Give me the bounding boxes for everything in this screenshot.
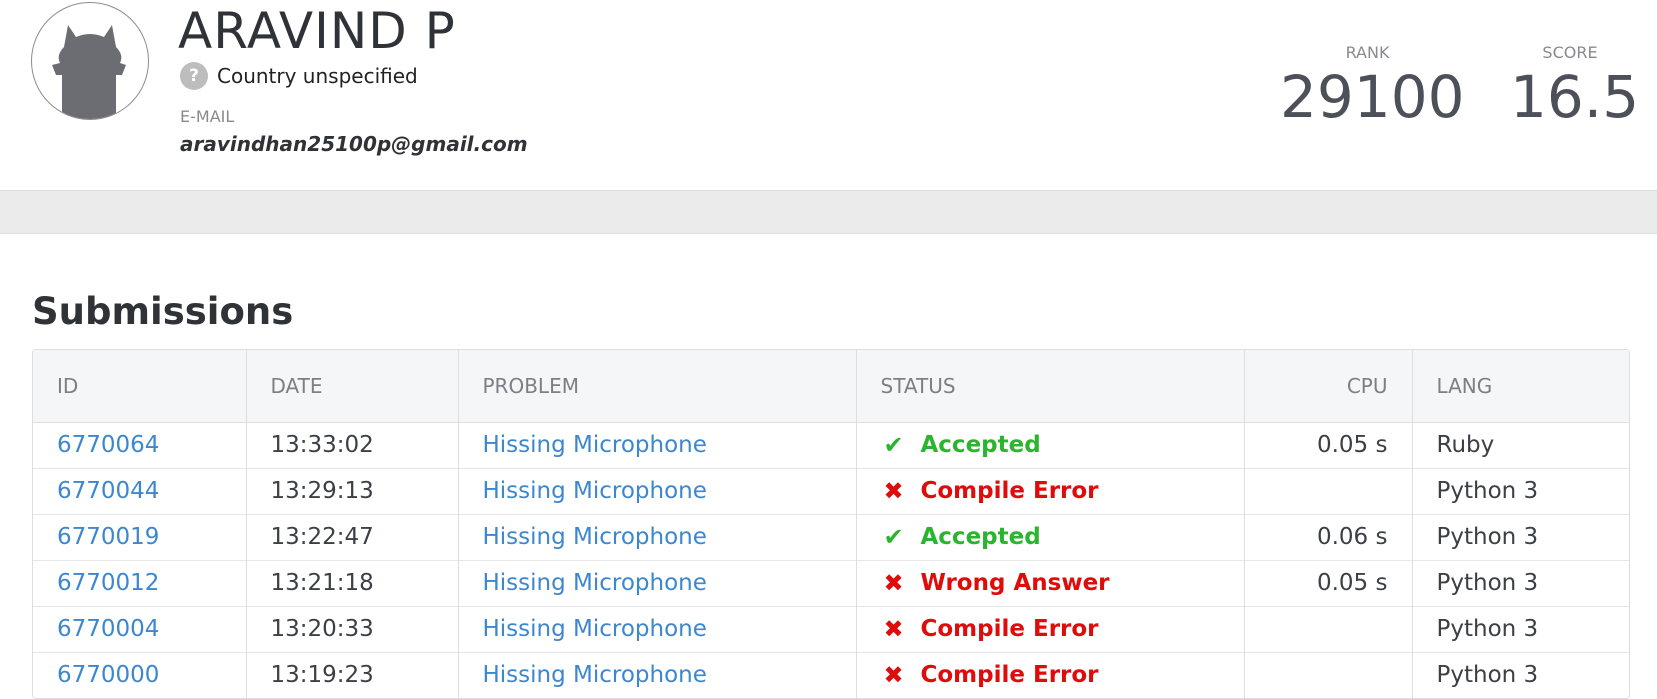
submission-id-link[interactable]: 6770044 xyxy=(57,478,159,504)
cross-icon: ✖ xyxy=(883,569,904,597)
profile-header: ARAVIND P ? Country unspecified E-MAIL a… xyxy=(0,0,1657,191)
rank-label: RANK xyxy=(1345,43,1390,62)
cell-problem: Hissing Microphone xyxy=(458,605,857,652)
col-header-date[interactable]: DATE xyxy=(246,350,459,423)
problem-link[interactable]: Hissing Microphone xyxy=(483,524,707,550)
cell-id: 6770019 xyxy=(33,513,247,560)
cell-status: ✖ Compile Error xyxy=(856,651,1245,698)
submission-id-link[interactable]: 6770019 xyxy=(57,524,159,550)
divider-band xyxy=(0,191,1657,234)
cross-icon: ✖ xyxy=(883,615,904,643)
cell-cpu: 0.06 s xyxy=(1244,513,1413,560)
table-row: 6770044 13:29:13 Hissing Microphone ✖ Compil… xyxy=(33,467,1629,514)
cell-cpu xyxy=(1244,605,1413,652)
cell-status: ✔ Accepted xyxy=(856,422,1245,468)
submission-id-link[interactable]: 6770012 xyxy=(57,570,159,596)
cell-date: 13:19:23 xyxy=(246,651,459,698)
status-text: Compile Error xyxy=(920,662,1099,688)
checkmark-icon: ✔ xyxy=(883,523,904,551)
table-row: 6770004 13:20:33 Hissing Microphone ✖ Compil… xyxy=(33,605,1629,652)
country-label: Country unspecified xyxy=(217,64,418,88)
submission-id-link[interactable]: 6770000 xyxy=(57,662,159,688)
cell-date: 13:20:33 xyxy=(246,605,459,652)
cell-lang: Python 3 xyxy=(1412,559,1629,606)
col-header-cpu[interactable]: CPU xyxy=(1244,350,1413,423)
cell-status: ✖ Wrong Answer xyxy=(856,559,1245,606)
question-mark-icon: ? xyxy=(180,62,208,90)
cell-cpu xyxy=(1244,651,1413,698)
table-row: 6770064 13:33:02 Hissing Microphone ✔ Accept… xyxy=(33,422,1629,468)
user-name: ARAVIND P xyxy=(178,2,456,60)
col-header-id[interactable]: ID xyxy=(33,350,247,423)
status-text: Compile Error xyxy=(920,478,1099,504)
cell-id: 6770000 xyxy=(33,651,247,698)
cell-cpu: 0.05 s xyxy=(1244,422,1413,468)
rank-value: 29100 xyxy=(1280,63,1465,131)
cross-icon: ✖ xyxy=(883,661,904,689)
table-header-row: ID DATE PROBLEM STATUS CPU LANG xyxy=(33,350,1629,423)
cell-date: 13:21:18 xyxy=(246,559,459,606)
status-text: Wrong Answer xyxy=(920,570,1110,596)
table-row: 6770019 13:22:47 Hissing Microphone ✔ Accept… xyxy=(33,513,1629,560)
score-label: SCORE xyxy=(1542,43,1598,62)
status-text: Accepted xyxy=(920,524,1041,550)
cell-problem: Hissing Microphone xyxy=(458,651,857,698)
cell-id: 6770064 xyxy=(33,422,247,468)
cell-problem: Hissing Microphone xyxy=(458,422,857,468)
cell-status: ✔ Accepted xyxy=(856,513,1245,560)
col-header-problem[interactable]: PROBLEM xyxy=(458,350,857,423)
cell-id: 6770004 xyxy=(33,605,247,652)
table-row: 6770012 13:21:18 Hissing Microphone ✖ Wrong … xyxy=(33,559,1629,606)
cell-lang: Python 3 xyxy=(1412,651,1629,698)
submission-id-link[interactable]: 6770064 xyxy=(57,432,159,458)
score-stat: SCORE 16.5 xyxy=(1510,42,1640,131)
cell-status: ✖ Compile Error xyxy=(856,605,1245,652)
cat-avatar-icon xyxy=(52,25,126,119)
cell-problem: Hissing Microphone xyxy=(458,559,857,606)
cell-lang: Python 3 xyxy=(1412,605,1629,652)
problem-link[interactable]: Hissing Microphone xyxy=(483,478,707,504)
cell-id: 6770012 xyxy=(33,559,247,606)
cell-date: 13:22:47 xyxy=(246,513,459,560)
cell-id: 6770044 xyxy=(33,467,247,514)
status-text: Accepted xyxy=(920,432,1041,458)
status-text: Compile Error xyxy=(920,616,1099,642)
avatar[interactable] xyxy=(31,2,149,120)
cell-lang: Python 3 xyxy=(1412,513,1629,560)
submissions-table: ID DATE PROBLEM STATUS CPU LANG 6770064 1… xyxy=(32,349,1630,699)
cell-date: 13:33:02 xyxy=(246,422,459,468)
email-value: aravindhan25100p@gmail.com xyxy=(180,132,528,156)
cell-problem: Hissing Microphone xyxy=(458,467,857,514)
score-value: 16.5 xyxy=(1510,63,1640,131)
cell-cpu xyxy=(1244,467,1413,514)
problem-link[interactable]: Hissing Microphone xyxy=(483,662,707,688)
email-label: E-MAIL xyxy=(180,107,235,126)
rank-stat: RANK 29100 xyxy=(1280,42,1465,131)
problem-link[interactable]: Hissing Microphone xyxy=(483,432,707,458)
cell-lang: Python 3 xyxy=(1412,467,1629,514)
submissions-title: Submissions xyxy=(32,290,294,333)
country-row: ? Country unspecified xyxy=(180,62,418,90)
checkmark-icon: ✔ xyxy=(883,431,904,459)
cell-date: 13:29:13 xyxy=(246,467,459,514)
submission-id-link[interactable]: 6770004 xyxy=(57,616,159,642)
problem-link[interactable]: Hissing Microphone xyxy=(483,616,707,642)
cell-cpu: 0.05 s xyxy=(1244,559,1413,606)
problem-link[interactable]: Hissing Microphone xyxy=(483,570,707,596)
col-header-lang[interactable]: LANG xyxy=(1412,350,1629,423)
cross-icon: ✖ xyxy=(883,477,904,505)
cell-status: ✖ Compile Error xyxy=(856,467,1245,514)
col-header-status[interactable]: STATUS xyxy=(856,350,1245,423)
cell-problem: Hissing Microphone xyxy=(458,513,857,560)
cell-lang: Ruby xyxy=(1436,432,1495,458)
table-row: 6770000 13:19:23 Hissing Microphone ✖ Compil… xyxy=(33,651,1629,698)
